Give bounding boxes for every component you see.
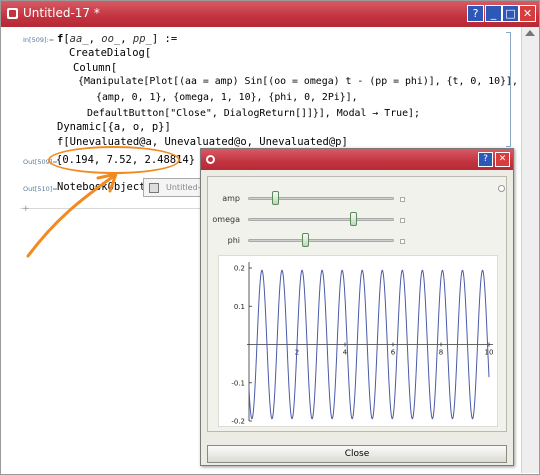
manipulate-dialog[interactable]: ? ✕ amp omega phi 2 4 6 8 10 0.2 0.1 -0.1 -0.2 C… [200, 148, 514, 466]
omega-slider-thumb[interactable] [349, 212, 357, 226]
omega-slider[interactable] [248, 218, 394, 221]
dialog-titlebar[interactable]: ? ✕ [201, 149, 513, 170]
amp-expand-icon[interactable] [400, 197, 405, 202]
y-tick-label: -0.2 [231, 418, 245, 426]
amp-slider-thumb[interactable] [272, 191, 280, 205]
sine-plot: 2 4 6 8 10 0.2 0.1 -0.1 -0.2 [218, 255, 498, 427]
phi-label: phi [227, 236, 240, 245]
close-button[interactable]: Close [207, 445, 507, 463]
omega-label: omega [212, 215, 240, 224]
manipulate-panel: amp omega phi 2 4 6 8 10 0.2 0.1 -0.1 -0.2 [207, 176, 507, 432]
dialog-close-x-button[interactable]: ✕ [495, 152, 510, 167]
dialog-window-icon [206, 155, 215, 164]
options-circle-icon[interactable] [498, 185, 505, 192]
amp-slider[interactable] [248, 197, 394, 200]
phi-expand-icon[interactable] [400, 239, 405, 244]
plot-canvas: 2 4 6 8 100.20.1-0.1-0.2 [231, 262, 494, 426]
x-tick-label: 10 [485, 349, 494, 357]
phi-slider[interactable] [248, 239, 394, 242]
amp-label: amp [222, 194, 240, 203]
x-tick-label: 8 [439, 349, 443, 357]
x-tick-label: 6 [391, 349, 396, 357]
omega-expand-icon[interactable] [400, 218, 405, 223]
y-tick-label: -0.1 [231, 379, 245, 387]
y-tick-label: 0.2 [234, 265, 245, 273]
phi-slider-thumb[interactable] [301, 233, 309, 247]
dialog-help-button[interactable]: ? [478, 152, 493, 167]
y-tick-label: 0.1 [234, 303, 245, 311]
